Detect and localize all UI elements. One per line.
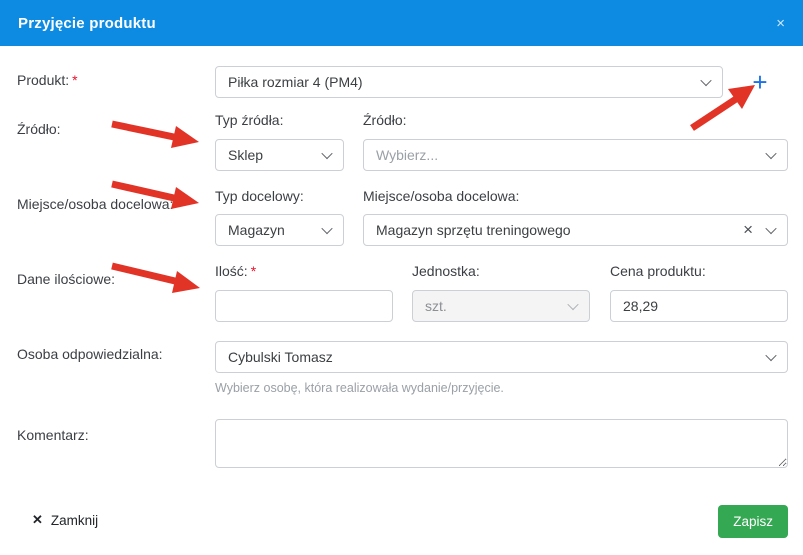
komentarz-row-label: Komentarz: xyxy=(17,427,89,443)
arrow-to-ilosc xyxy=(112,266,200,293)
produkt-select-value: Piłka rozmiar 4 (PM4) xyxy=(228,74,363,90)
typ-zrodla-select[interactable]: Sklep xyxy=(215,139,344,171)
typ-docelowy-select[interactable]: Magazyn xyxy=(215,214,344,246)
miejsce-select-label: Miejsce/osoba docelowa: xyxy=(363,188,519,204)
typ-zrodla-label: Typ źródła: xyxy=(215,112,283,128)
miejsce-select[interactable]: Magazyn sprzętu treningowego × xyxy=(363,214,788,246)
clear-icon[interactable]: × xyxy=(743,221,753,238)
chevron-down-icon xyxy=(567,299,578,310)
close-icon[interactable]: × xyxy=(776,16,785,31)
typ-docelowy-label: Typ docelowy: xyxy=(215,188,304,204)
chevron-down-icon xyxy=(765,223,776,234)
jednostka-select: szt. xyxy=(412,290,590,322)
miejsce-label-text: Miejsce/osoba docelowa: xyxy=(17,196,173,212)
zamknij-button[interactable]: ✕ Zamknij xyxy=(32,512,98,528)
produkt-row-label: Produkt:* xyxy=(17,72,78,88)
chevron-down-icon xyxy=(765,148,776,159)
zrodlo-row-label: Źródło: xyxy=(17,121,61,137)
osoba-select-value: Cybulski Tomasz xyxy=(228,349,333,365)
required-asterisk: * xyxy=(176,196,181,212)
jednostka-label: Jednostka: xyxy=(412,263,480,279)
produkt-select[interactable]: Piłka rozmiar 4 (PM4) xyxy=(215,66,723,98)
chevron-down-icon xyxy=(321,223,332,234)
miejsce-row-label: Miejsce/osoba docelowa:* xyxy=(17,196,182,212)
cena-input[interactable] xyxy=(610,290,788,322)
chevron-down-icon xyxy=(321,148,332,159)
dane-row-label: Dane ilościowe: xyxy=(17,271,115,287)
arrow-to-typ-zrodla xyxy=(112,124,199,148)
chevron-down-icon xyxy=(765,350,776,361)
add-product-button[interactable]: + xyxy=(745,67,775,97)
chevron-down-icon xyxy=(700,75,711,86)
zrodlo-select-label: Źródło: xyxy=(363,112,407,128)
required-asterisk: * xyxy=(251,263,256,279)
modal-title: Przyjęcie produktu xyxy=(18,15,156,32)
ilosc-label: Ilość:* xyxy=(215,263,256,279)
produkt-label-text: Produkt: xyxy=(17,72,69,88)
przyjecie-produktu-modal: Przyjęcie produktu × Produkt:* Piłka roz… xyxy=(0,0,803,555)
osoba-select[interactable]: Cybulski Tomasz xyxy=(215,341,788,373)
jednostka-select-value: szt. xyxy=(425,298,447,314)
zrodlo-select-placeholder: Wybierz... xyxy=(376,147,438,163)
modal-header: Przyjęcie produktu × xyxy=(0,0,803,46)
osoba-row-label: Osoba odpowiedzialna: xyxy=(17,346,163,362)
typ-docelowy-select-value: Magazyn xyxy=(228,222,285,238)
miejsce-select-value: Magazyn sprzętu treningowego xyxy=(376,222,571,238)
required-asterisk: * xyxy=(72,72,77,88)
komentarz-textarea[interactable] xyxy=(215,419,788,468)
ilosc-input[interactable] xyxy=(215,290,393,322)
zrodlo-select[interactable]: Wybierz... xyxy=(363,139,788,171)
cena-label: Cena produktu: xyxy=(610,263,706,279)
close-x-icon: ✕ xyxy=(32,512,43,528)
osoba-helper-text: Wybierz osobę, która realizowała wydanie… xyxy=(215,381,504,395)
typ-zrodla-select-value: Sklep xyxy=(228,147,263,163)
ilosc-label-text: Ilość: xyxy=(215,263,248,279)
zamknij-label: Zamknij xyxy=(51,513,98,528)
zapisz-button[interactable]: Zapisz xyxy=(718,505,788,538)
